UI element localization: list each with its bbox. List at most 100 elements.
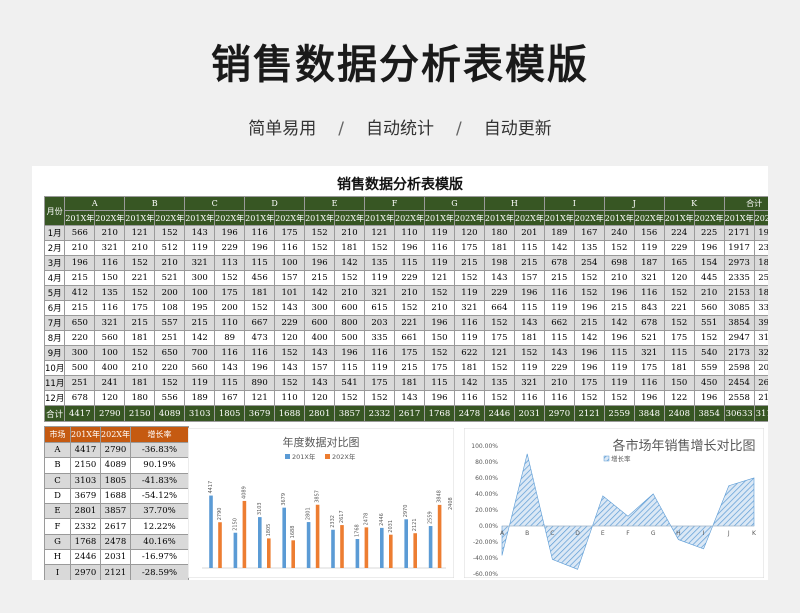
- total-row-label: 合计: [43, 405, 66, 422]
- data-cell: 600: [304, 315, 336, 331]
- data-cell: 181: [393, 375, 425, 391]
- x-tick-label: F: [626, 530, 630, 537]
- data-cell: 300: [184, 270, 216, 286]
- bar-c-1: [267, 538, 271, 568]
- data-cell: 229: [543, 360, 575, 376]
- data-cell: 135: [94, 285, 126, 301]
- data-cell: 116: [274, 240, 306, 256]
- data-cell: 210: [124, 240, 156, 256]
- data-cell: 521: [633, 330, 665, 346]
- data-cell: 116: [543, 390, 575, 406]
- table-row: 4月 215 150 221 521 300 152 456 157 215 152 119 229 12…: [43, 270, 768, 286]
- growth-cell: 2446: [70, 549, 101, 566]
- total-cell: 2559: [603, 405, 635, 422]
- data-cell: 175: [573, 375, 605, 391]
- data-cell: 115: [663, 345, 695, 361]
- data-cell: 165: [663, 255, 695, 271]
- data-cell: 119: [513, 360, 545, 376]
- growth-cell: H: [44, 549, 71, 566]
- data-cell: 135: [364, 255, 395, 271]
- data-cell: 120: [274, 330, 306, 346]
- data-cell: 119: [364, 360, 395, 376]
- growth-cell: E: [44, 503, 71, 520]
- data-cell: 152: [603, 390, 635, 406]
- data-cell: 142: [603, 315, 635, 331]
- data-cell: 142: [573, 330, 605, 346]
- total-cell: 3679: [244, 405, 276, 422]
- year-label: 201X年: [483, 210, 515, 226]
- table-row: I 2970 2121 -28.59%: [44, 564, 189, 580]
- y-tick-label: 20.00%: [475, 507, 498, 514]
- bar-g-1: [364, 527, 369, 568]
- data-cell: 152: [214, 270, 246, 286]
- data-cell: 254: [573, 255, 605, 271]
- data-cell: 135: [483, 375, 515, 391]
- data-cell: 121: [483, 345, 515, 361]
- growth-cell: C: [44, 472, 71, 489]
- data-cell: 615: [364, 300, 395, 316]
- data-cell: 115: [334, 360, 366, 376]
- total-cell: 1768: [423, 405, 455, 422]
- bar-data-label: 3679: [281, 493, 287, 506]
- tag-easy: 简单易用: [248, 119, 317, 139]
- table-row: G 1768 2478 40.16%: [44, 533, 189, 551]
- table-row: A 4417 2790 -36.83%: [44, 441, 189, 459]
- y-tick-label: -40.00%: [473, 555, 498, 562]
- data-cell: 142: [304, 285, 336, 301]
- growth-header: 市场: [44, 426, 71, 443]
- data-cell: 119: [364, 270, 395, 286]
- data-cell: 196: [573, 345, 605, 361]
- data-cell: 2022: [753, 360, 768, 376]
- data-cell: 120: [304, 390, 336, 406]
- data-cell: 2973: [723, 255, 755, 271]
- data-cell: 321: [184, 255, 216, 271]
- total-cell: 3857: [334, 405, 366, 422]
- data-cell: 152: [304, 240, 336, 256]
- market-header-c: C: [184, 196, 246, 211]
- data-cell: 121: [124, 225, 156, 241]
- data-cell: 119: [184, 375, 216, 391]
- data-cell: 473: [244, 330, 276, 346]
- total-header: 合计: [723, 196, 768, 211]
- year-label: 201X年: [304, 210, 336, 226]
- data-cell: 150: [94, 270, 126, 286]
- data-cell: 120: [94, 390, 126, 406]
- data-cell: 890: [244, 375, 276, 391]
- data-cell: 181: [334, 240, 366, 256]
- data-cell: 196: [423, 315, 455, 331]
- data-cell: 557: [154, 315, 186, 331]
- table-row: D 3679 1688 -54.12%: [44, 487, 189, 505]
- x-tick-label: J: [727, 530, 730, 537]
- data-cell: 600: [334, 300, 366, 316]
- data-cell: 321: [453, 300, 485, 316]
- data-cell: 152: [124, 345, 156, 361]
- data-cell: 150: [663, 375, 695, 391]
- data-cell: 1922: [753, 225, 768, 241]
- data-cell: 181: [124, 330, 156, 346]
- data-cell: 157: [513, 270, 545, 286]
- data-cell: 116: [453, 390, 485, 406]
- growth-table: 市场 201X年 202X年 增长率 A 4417 2790 -36.83% B 2150 408…: [44, 426, 189, 580]
- table-row: 10月 500 400 210 220 560 143 196 143 157 115 119 215 1…: [43, 360, 768, 376]
- data-cell: 2330: [753, 240, 768, 256]
- month-label: 1月: [43, 225, 66, 241]
- data-cell: 115: [513, 240, 545, 256]
- data-cell: 175: [453, 240, 485, 256]
- data-cell: 200: [154, 285, 186, 301]
- data-cell: 200: [214, 300, 246, 316]
- data-cell: 3085: [723, 300, 755, 316]
- data-cell: 3194: [753, 330, 768, 346]
- total-cell: 2121: [573, 405, 605, 422]
- legend-swatch: [325, 454, 330, 459]
- data-cell: 2171: [723, 225, 755, 241]
- month-label: 12月: [43, 390, 66, 406]
- bar-data-label: 3848: [437, 490, 443, 503]
- growth-cell: 1688: [100, 487, 131, 505]
- data-cell: 196: [244, 240, 276, 256]
- data-cell: 662: [543, 315, 575, 331]
- data-cell: 152: [423, 345, 455, 361]
- growth-cell: 3679: [70, 487, 101, 505]
- year-label: 202X年: [214, 210, 246, 226]
- data-cell: 152: [483, 315, 515, 331]
- data-cell: 152: [603, 240, 635, 256]
